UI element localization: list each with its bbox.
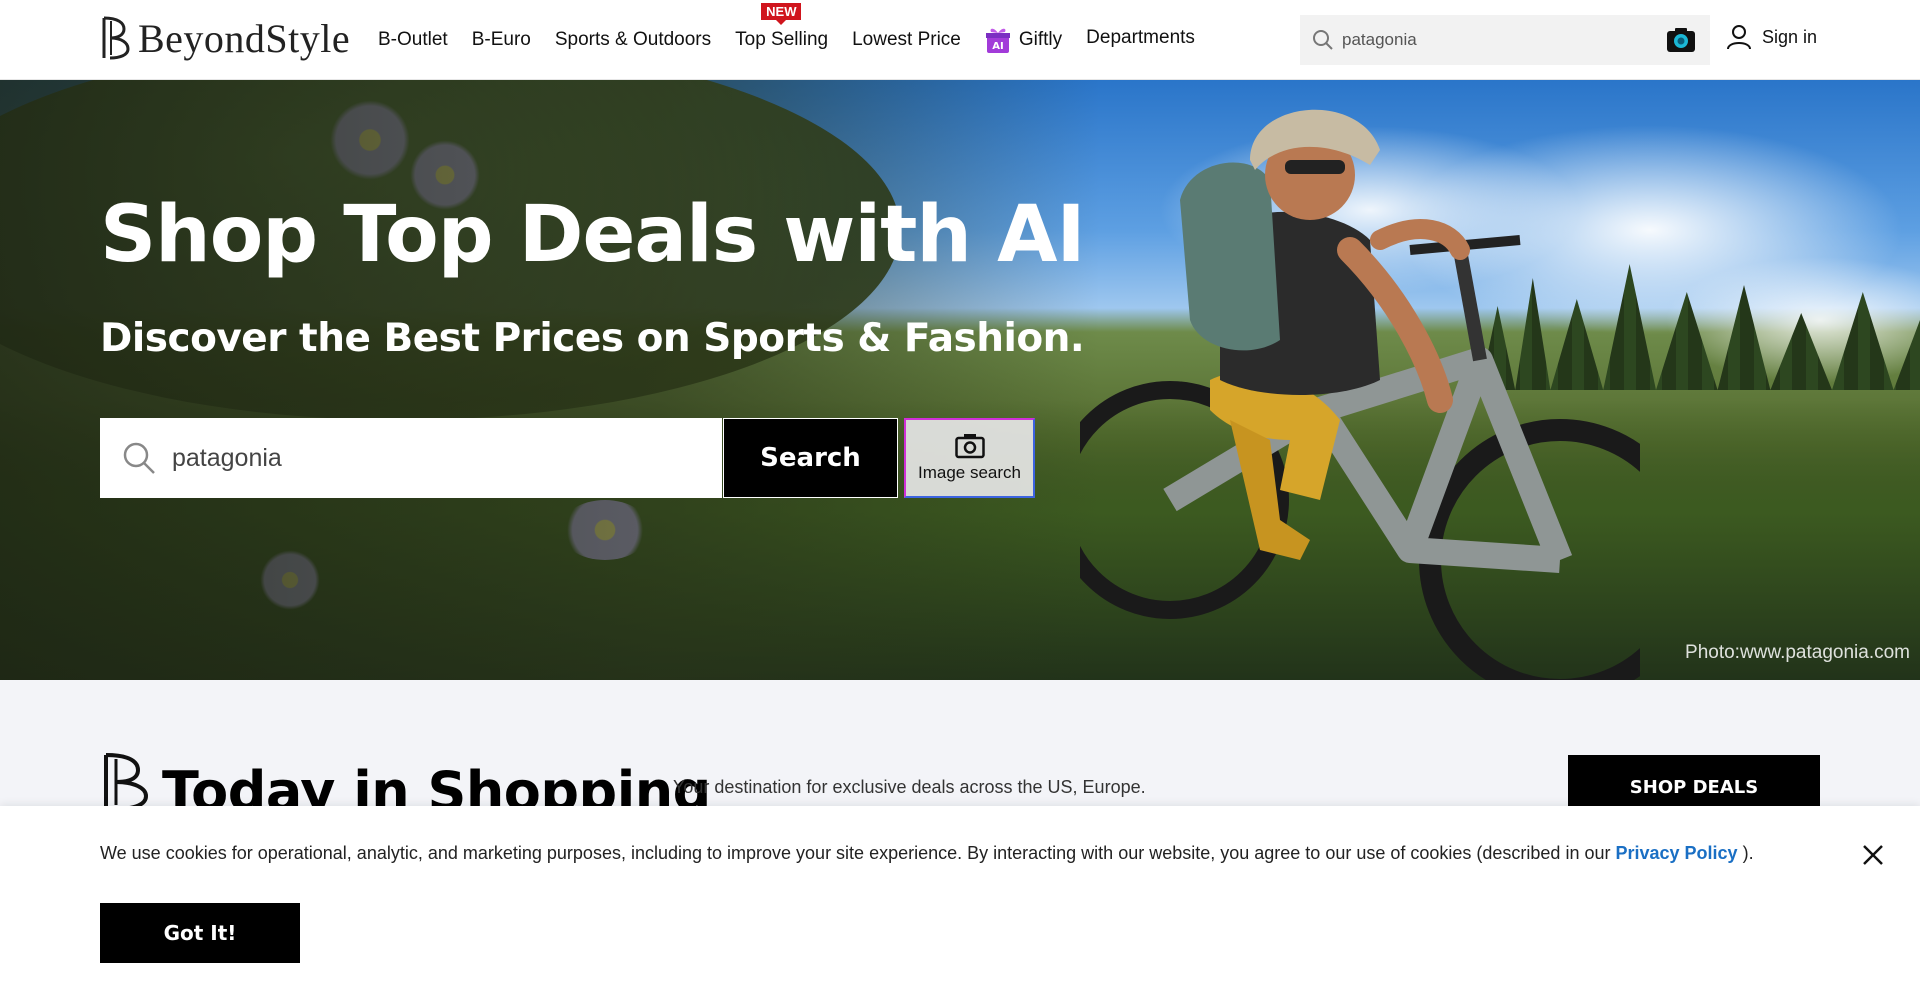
hero-search-input[interactable] (172, 443, 692, 473)
header-search-input[interactable] (1342, 30, 1662, 50)
cookie-message: We use cookies for operational, analytic… (100, 843, 1754, 864)
nav-item-top-selling[interactable]: NEW Top Selling (735, 3, 829, 51)
hero-title: Shop Top Deals with AI (100, 190, 1085, 280)
hero-search-bar (100, 418, 722, 498)
site-header: BeyondStyle B-Outlet B-Euro Sports & Out… (0, 0, 1920, 86)
gift-icon: AI (985, 28, 1010, 53)
photo-credit: Photo:www.patagonia.com (1685, 642, 1910, 663)
cookie-text-before: We use cookies for operational, analytic… (100, 843, 1616, 863)
nav-item-b-euro[interactable]: B-Euro (472, 29, 531, 51)
main-nav: B-Outlet B-Euro Sports & Outdoors NEW To… (378, 0, 1195, 86)
nav-item-sports-outdoors[interactable]: Sports & Outdoors (555, 29, 711, 51)
hero-banner: Shop Top Deals with AI Discover the Best… (0, 80, 1920, 680)
camera-icon[interactable] (1666, 27, 1696, 53)
header-search-bar (1300, 15, 1710, 65)
image-search-button[interactable]: Image search (904, 418, 1035, 498)
brand-logo-mark-icon (102, 16, 130, 60)
search-icon (123, 442, 155, 474)
camera-icon (954, 434, 985, 459)
new-badge: NEW (761, 3, 802, 25)
today-description: Your destination for exclusive deals acr… (673, 777, 1146, 797)
hero-shade (0, 80, 1100, 680)
nav-item-top-selling-label: Top Selling (735, 29, 829, 50)
cookie-banner: We use cookies for operational, analytic… (0, 806, 1920, 993)
mountain-biker-image (1080, 109, 1640, 680)
image-search-label: Image search (918, 463, 1021, 482)
nav-item-b-outlet[interactable]: B-Outlet (378, 29, 448, 51)
brand-name: BeyondStyle (138, 15, 351, 61)
hero-search-button[interactable]: Search (723, 418, 898, 498)
sign-in-label: Sign in (1762, 26, 1818, 47)
brand-logo[interactable]: BeyondStyle (100, 14, 350, 62)
nav-item-lowest-price[interactable]: Lowest Price (852, 29, 961, 51)
hero-subtitle: Discover the Best Prices on Sports & Fas… (100, 316, 1085, 361)
cookie-text-after: ). (1737, 843, 1754, 863)
user-icon (1727, 25, 1751, 50)
today-in-shopping-section: Today in Shopping Your destination for e… (0, 680, 1920, 823)
nav-item-giftly-label: Giftly (1018, 29, 1063, 50)
giftly-ai-badge: AI (992, 41, 1003, 52)
privacy-policy-link[interactable]: Privacy Policy (1615, 843, 1737, 863)
nav-item-giftly[interactable]: AI Giftly (978, 16, 1063, 86)
accept-cookies-button[interactable]: Got It! (100, 903, 300, 963)
close-icon[interactable] (1860, 842, 1886, 868)
search-icon (1313, 30, 1333, 50)
brand-logo-mark-icon (104, 753, 149, 811)
nav-item-departments[interactable]: Departments (1086, 27, 1195, 49)
sign-in-link[interactable]: Sign in (1726, 24, 1817, 50)
